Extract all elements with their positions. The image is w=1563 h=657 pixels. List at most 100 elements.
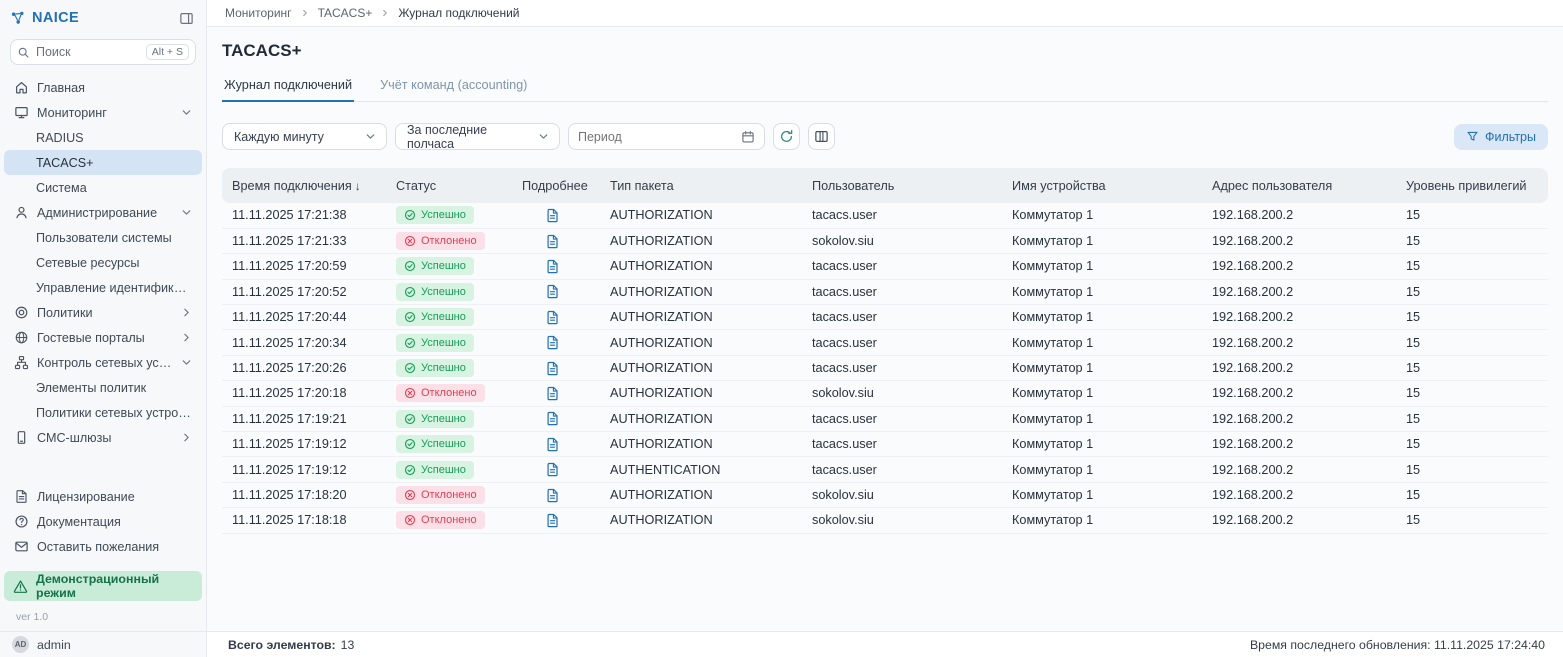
sort-desc-icon[interactable]: ↓ bbox=[355, 179, 361, 193]
check-circle-icon bbox=[404, 362, 416, 374]
column-header-подробнее[interactable]: Подробнее bbox=[512, 168, 600, 203]
column-header-время-подключения[interactable]: Время подключения↓ bbox=[222, 168, 386, 203]
sidebar-item-label: RADIUS bbox=[36, 131, 193, 145]
sidebar-item-оставить-пожелания[interactable]: Оставить пожелания bbox=[4, 534, 202, 559]
last-updated: Время последнего обновления: 11.11.2025 … bbox=[1250, 638, 1545, 652]
cell-packet-type: AUTHORIZATION bbox=[600, 508, 802, 533]
portal-icon bbox=[13, 330, 29, 345]
file-icon bbox=[545, 411, 560, 426]
details-button[interactable] bbox=[545, 234, 560, 249]
log-table-body: 11.11.2025 17:21:38УспешноAUTHORIZATIONt… bbox=[222, 203, 1548, 533]
details-button[interactable] bbox=[545, 208, 560, 223]
details-button[interactable] bbox=[545, 259, 560, 274]
sidebar-item-управление-идентификацией[interactable]: Управление идентификацией bbox=[4, 275, 202, 300]
details-button[interactable] bbox=[545, 386, 560, 401]
file-icon bbox=[545, 513, 560, 528]
question-icon bbox=[13, 514, 29, 529]
sidebar-item-смс-шлюзы[interactable]: СМС-шлюзы bbox=[4, 425, 202, 450]
sidebar-item-администрирование[interactable]: Администрирование bbox=[4, 200, 202, 225]
x-circle-icon bbox=[404, 235, 416, 247]
cell-time: 11.11.2025 17:20:59 bbox=[222, 254, 386, 279]
table-header: Время подключения↓СтатусПодробнееТип пак… bbox=[222, 168, 1548, 203]
user-menu[interactable]: AD admin bbox=[0, 631, 206, 657]
details-button[interactable] bbox=[545, 513, 560, 528]
status-label: Отклонено bbox=[421, 489, 477, 501]
status-badge: Успешно bbox=[396, 435, 474, 453]
table-row: 11.11.2025 17:18:18ОтклоненоAUTHORIZATIO… bbox=[222, 508, 1548, 533]
table-row: 11.11.2025 17:20:59УспешноAUTHORIZATIONt… bbox=[222, 254, 1548, 279]
details-button[interactable] bbox=[545, 488, 560, 503]
table-row: 11.11.2025 17:19:12УспешноAUTHORIZATIONt… bbox=[222, 432, 1548, 457]
details-button[interactable] bbox=[545, 437, 560, 452]
cell-time: 11.11.2025 17:18:20 bbox=[222, 482, 386, 507]
cell-privilege: 15 bbox=[1396, 432, 1548, 457]
tab-журнал-подключений[interactable]: Журнал подключений bbox=[222, 73, 354, 101]
period-input[interactable] bbox=[578, 130, 741, 144]
check-circle-icon bbox=[404, 311, 416, 323]
check-circle-icon bbox=[404, 464, 416, 476]
time-range-select[interactable]: За последние полчаса bbox=[395, 123, 560, 150]
details-button[interactable] bbox=[545, 335, 560, 350]
cell-device: Коммутатор 1 bbox=[1002, 508, 1202, 533]
search-input[interactable] bbox=[36, 45, 140, 59]
cell-time: 11.11.2025 17:20:34 bbox=[222, 330, 386, 355]
mail-icon bbox=[13, 539, 29, 554]
filters-label: Фильтры bbox=[1485, 130, 1536, 144]
column-header-пользователь[interactable]: Пользователь bbox=[802, 168, 1002, 203]
sidebar-item-label: Система bbox=[36, 181, 193, 195]
column-header-уровень-привилегий[interactable]: Уровень привилегий bbox=[1396, 168, 1548, 203]
status-badge: Отклонено bbox=[396, 232, 485, 250]
license-icon bbox=[13, 489, 29, 504]
sidebar-item-политики[interactable]: Политики bbox=[4, 300, 202, 325]
columns-button[interactable] bbox=[808, 123, 835, 150]
calendar-icon[interactable] bbox=[741, 130, 755, 144]
sidebar-item-гостевые-порталы[interactable]: Гостевые порталы bbox=[4, 325, 202, 350]
sidebar-item-label: Политики bbox=[37, 306, 172, 320]
sidebar-item-главная[interactable]: Главная bbox=[4, 75, 202, 100]
refresh-interval-select[interactable]: Каждую минуту bbox=[222, 123, 387, 150]
details-button[interactable] bbox=[545, 462, 560, 477]
content: TACACS+ Журнал подключенийУчёт команд (a… bbox=[207, 27, 1563, 631]
refresh-interval-value: Каждую минуту bbox=[234, 130, 324, 144]
sidebar-item-сетевые-ресурсы[interactable]: Сетевые ресурсы bbox=[4, 250, 202, 275]
column-header-тип-пакета[interactable]: Тип пакета bbox=[600, 168, 802, 203]
sidebar-item-система[interactable]: Система bbox=[4, 175, 202, 200]
cell-time: 11.11.2025 17:20:52 bbox=[222, 279, 386, 304]
column-header-адрес-пользователя[interactable]: Адрес пользователя bbox=[1202, 168, 1396, 203]
status-label: Успешно bbox=[421, 438, 466, 450]
sidebar-item-элементы-политик[interactable]: Элементы политик bbox=[4, 375, 202, 400]
refresh-button[interactable] bbox=[773, 123, 800, 150]
details-button[interactable] bbox=[545, 361, 560, 376]
tab-учёт-команд-accounting[interactable]: Учёт команд (accounting) bbox=[378, 73, 529, 101]
target-icon bbox=[13, 305, 29, 320]
filters-button[interactable]: Фильтры bbox=[1454, 124, 1548, 150]
hierarchy-icon bbox=[13, 355, 29, 370]
cell-time: 11.11.2025 17:19:21 bbox=[222, 406, 386, 431]
breadcrumb-separator-icon bbox=[380, 8, 390, 18]
sidebar-item-tacacs+[interactable]: TACACS+ bbox=[4, 150, 202, 175]
details-button[interactable] bbox=[545, 284, 560, 299]
details-button[interactable] bbox=[545, 310, 560, 325]
cell-time: 11.11.2025 17:20:26 bbox=[222, 355, 386, 380]
sidebar-item-мониторинг[interactable]: Мониторинг bbox=[4, 100, 202, 125]
cell-device: Коммутатор 1 bbox=[1002, 203, 1202, 228]
collapse-sidebar-button[interactable] bbox=[179, 11, 194, 26]
column-header-статус[interactable]: Статус bbox=[386, 168, 512, 203]
cell-user: tacacs.user bbox=[802, 203, 1002, 228]
sidebar-item-контроль-сетевых-устро[interactable]: Контроль сетевых устро... bbox=[4, 350, 202, 375]
sidebar-item-документация[interactable]: Документация bbox=[4, 509, 202, 534]
breadcrumb-item[interactable]: TACACS+ bbox=[318, 6, 373, 20]
chevron-down-icon bbox=[180, 356, 193, 369]
home-icon bbox=[13, 80, 29, 95]
cell-packet-type: AUTHORIZATION bbox=[600, 355, 802, 380]
sidebar-item-лицензирование[interactable]: Лицензирование bbox=[4, 484, 202, 509]
tabs: Журнал подключений Учёт команд (accountin… bbox=[222, 73, 1548, 102]
sidebar-item-пользователи-системы[interactable]: Пользователи системы bbox=[4, 225, 202, 250]
sidebar-item-radius[interactable]: RADIUS bbox=[4, 125, 202, 150]
details-button[interactable] bbox=[545, 411, 560, 426]
column-header-имя-устройства[interactable]: Имя устройства bbox=[1002, 168, 1202, 203]
breadcrumb-item[interactable]: Мониторинг bbox=[225, 6, 292, 20]
sidebar-item-политики-сетевых-устройств[interactable]: Политики сетевых устройств bbox=[4, 400, 202, 425]
sidebar-item-label: Сетевые ресурсы bbox=[36, 256, 193, 270]
table-row: 11.11.2025 17:19:21УспешноAUTHORIZATIONt… bbox=[222, 406, 1548, 431]
